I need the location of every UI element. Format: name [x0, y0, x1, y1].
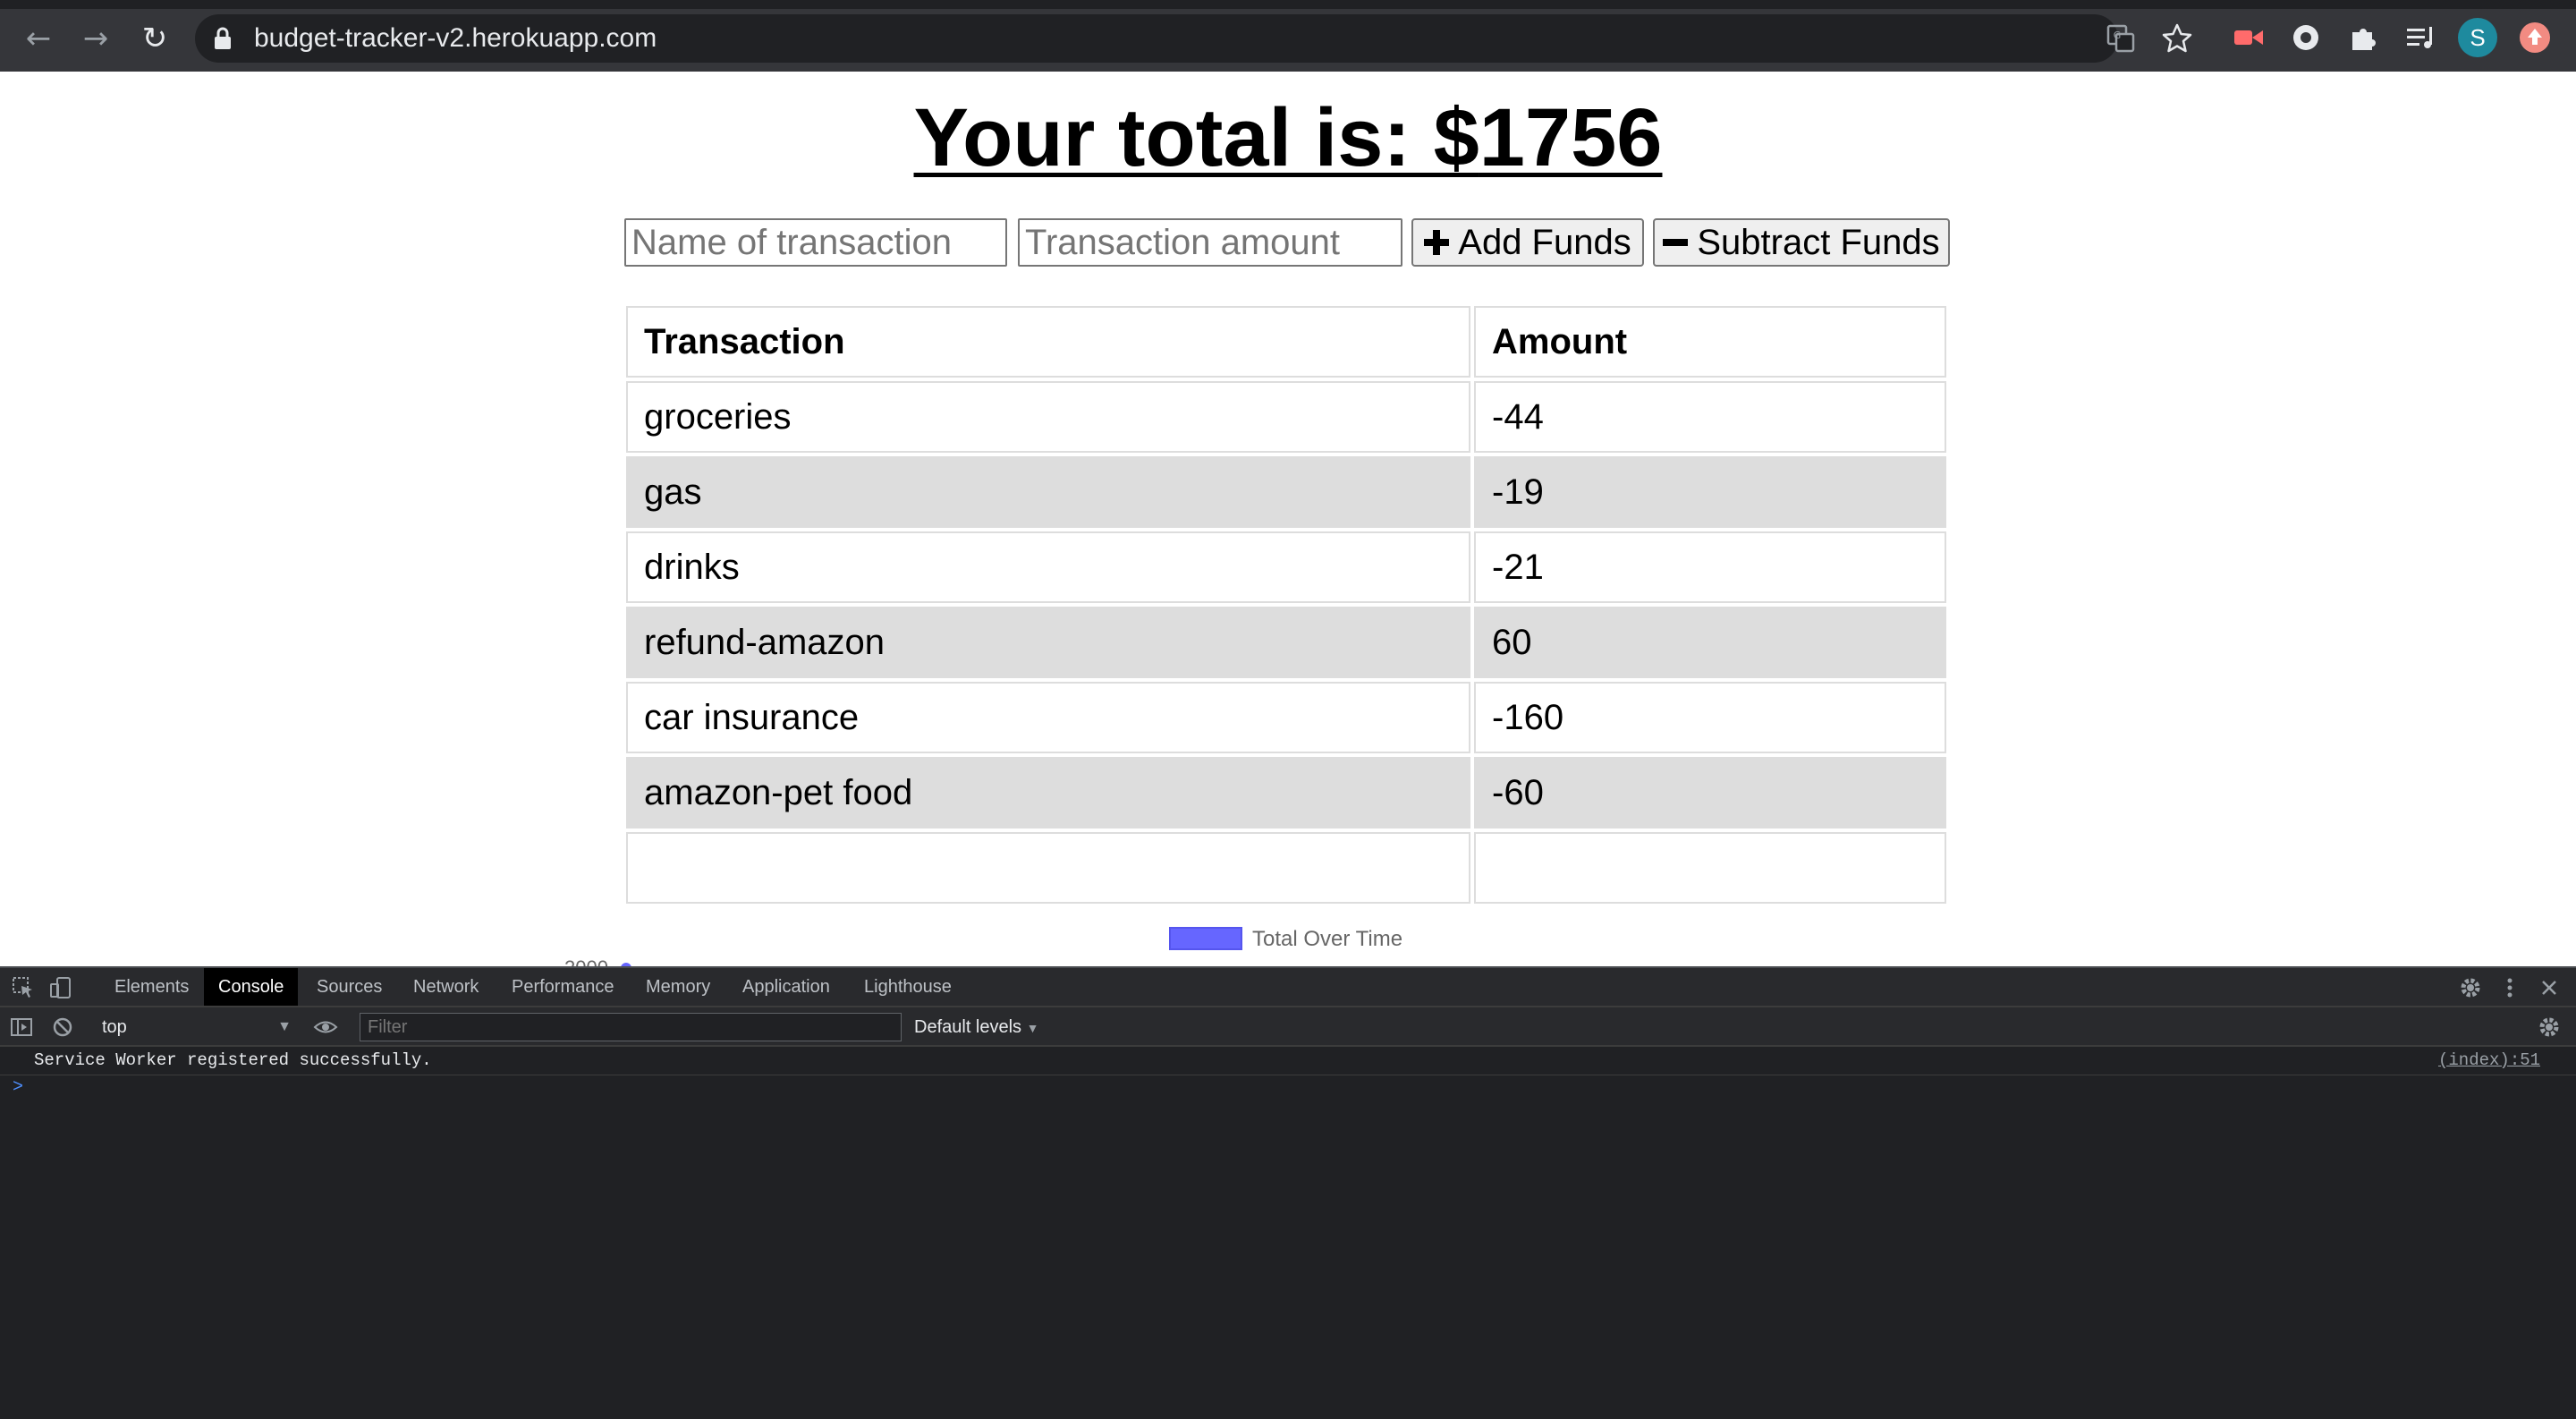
tab-strip [0, 0, 2576, 9]
transaction-name: groceries [626, 381, 1470, 453]
transaction-name: gas [626, 456, 1470, 528]
transactions-table-container[interactable]: Transaction Amount groceries -44 gas -19… [623, 302, 1950, 911]
console-log-entry: Service Worker registered successfully. … [0, 1047, 2576, 1075]
tab-application[interactable]: Application [728, 968, 844, 1006]
subtract-funds-button[interactable]: Subtract Funds [1653, 218, 1950, 267]
screencast-extension-icon[interactable] [2231, 20, 2267, 55]
tab-memory[interactable]: Memory [631, 968, 724, 1006]
tab-sources[interactable]: Sources [302, 968, 396, 1006]
lock-icon [215, 27, 231, 49]
transaction-amount-empty [1474, 832, 1946, 904]
transaction-amount: -19 [1474, 456, 1946, 528]
transaction-name: car insurance [626, 682, 1470, 753]
devtools-tab-bar: Elements Console Sources Network Perform… [0, 968, 2576, 1007]
table-row: groceries -44 [626, 381, 1946, 453]
table-row: car insurance -160 [626, 682, 1946, 753]
table-header-row: Transaction Amount [626, 306, 1946, 378]
log-levels-dropdown[interactable]: Default levels ▼ [914, 1015, 1038, 1041]
tab-performance[interactable]: Performance [497, 968, 629, 1006]
reading-list-icon[interactable] [2402, 20, 2438, 55]
transaction-name-empty [626, 832, 1470, 904]
legend-swatch [1169, 927, 1242, 950]
transaction-name: drinks [626, 531, 1470, 603]
devtools-panel: Elements Console Sources Network Perform… [0, 966, 2576, 1419]
add-funds-button[interactable]: Add Funds [1411, 218, 1644, 267]
tab-elements[interactable]: Elements [100, 968, 203, 1006]
legend-label: Total Over Time [1252, 927, 1402, 951]
svg-text:G: G [2114, 30, 2122, 41]
budget-tracker-page: Your total is: $1756 Add Funds Subtract … [0, 72, 2576, 966]
transaction-amount: -160 [1474, 682, 1946, 753]
transaction-amount: 60 [1474, 607, 1946, 678]
log-levels-label: Default levels [914, 1017, 1022, 1037]
live-expression-eye-icon[interactable] [313, 1015, 338, 1040]
console-prompt[interactable]: > [13, 1077, 23, 1098]
table-row: gas -19 [626, 456, 1946, 528]
transaction-amount: -44 [1474, 381, 1946, 453]
table-row: amazon-pet food -60 [626, 757, 1946, 828]
console-filter-input[interactable] [360, 1013, 902, 1041]
back-icon[interactable]: ← [20, 20, 57, 57]
minus-icon [1663, 230, 1689, 255]
plus-icon [1424, 230, 1450, 255]
reload-icon[interactable]: ↻ [136, 20, 174, 57]
settings-gear-icon[interactable] [2458, 975, 2483, 1000]
transaction-name-input[interactable] [624, 218, 1007, 267]
table-row [626, 832, 1946, 904]
sidebar-toggle-icon[interactable] [9, 1015, 34, 1040]
context-select[interactable]: top ▼ [89, 1015, 295, 1040]
extension-icon[interactable] [2288, 20, 2324, 55]
update-icon[interactable] [2517, 20, 2553, 55]
inspect-element-icon[interactable] [11, 975, 36, 1000]
transactions-table: Transaction Amount groceries -44 gas -19… [623, 302, 1950, 907]
header-amount: Amount [1474, 306, 1946, 378]
log-message: Service Worker registered successfully. [34, 1050, 432, 1070]
subtract-funds-label: Subtract Funds [1697, 222, 1940, 262]
browser-toolbar: ← → ↻ budget-tracker-v2.herokuapp.com G [0, 0, 2576, 72]
transaction-name: amazon-pet food [626, 757, 1470, 828]
total-value: 1756 [1479, 92, 1663, 183]
translate-icon[interactable]: G [2106, 23, 2136, 54]
total-heading: Your total is: $1756 [0, 86, 2576, 190]
transaction-amount: -21 [1474, 531, 1946, 603]
table-row: drinks -21 [626, 531, 1946, 603]
total-over-time-chart: Total Over Time 2000 [564, 927, 1402, 966]
header-transaction: Transaction [626, 306, 1470, 378]
clear-console-icon[interactable] [50, 1015, 75, 1040]
console-toolbar: top ▼ Default levels ▼ [0, 1007, 2576, 1047]
url-text: budget-tracker-v2.herokuapp.com [254, 23, 657, 53]
console-settings-gear-icon[interactable] [2537, 1015, 2562, 1040]
log-source-link[interactable]: (index):51 [2438, 1050, 2540, 1070]
tab-console[interactable]: Console [204, 968, 299, 1006]
device-toolbar-icon[interactable] [48, 975, 73, 1000]
tab-lighthouse[interactable]: Lighthouse [850, 968, 966, 1006]
close-devtools-icon[interactable] [2537, 975, 2562, 1000]
total-label: Your total is: $ [913, 92, 1479, 183]
transaction-name: refund-amazon [626, 607, 1470, 678]
bookmark-star-icon[interactable] [2161, 22, 2193, 55]
extensions-puzzle-icon[interactable] [2345, 20, 2381, 55]
dropdown-arrow-icon: ▼ [277, 1019, 292, 1034]
add-funds-label: Add Funds [1458, 222, 1631, 262]
transaction-amount: -60 [1474, 757, 1946, 828]
profile-avatar[interactable]: S [2458, 18, 2497, 57]
more-options-icon[interactable] [2497, 975, 2522, 1000]
table-row: refund-amazon 60 [626, 607, 1946, 678]
forward-icon[interactable]: → [77, 20, 114, 57]
dropdown-arrow-icon: ▼ [1026, 1021, 1039, 1035]
transaction-amount-input[interactable] [1018, 218, 1402, 267]
context-value: top [102, 1017, 127, 1037]
y-tick-label: 2000 [564, 956, 608, 966]
tab-network[interactable]: Network [399, 968, 493, 1006]
address-bar[interactable]: budget-tracker-v2.herokuapp.com G [195, 14, 2192, 63]
